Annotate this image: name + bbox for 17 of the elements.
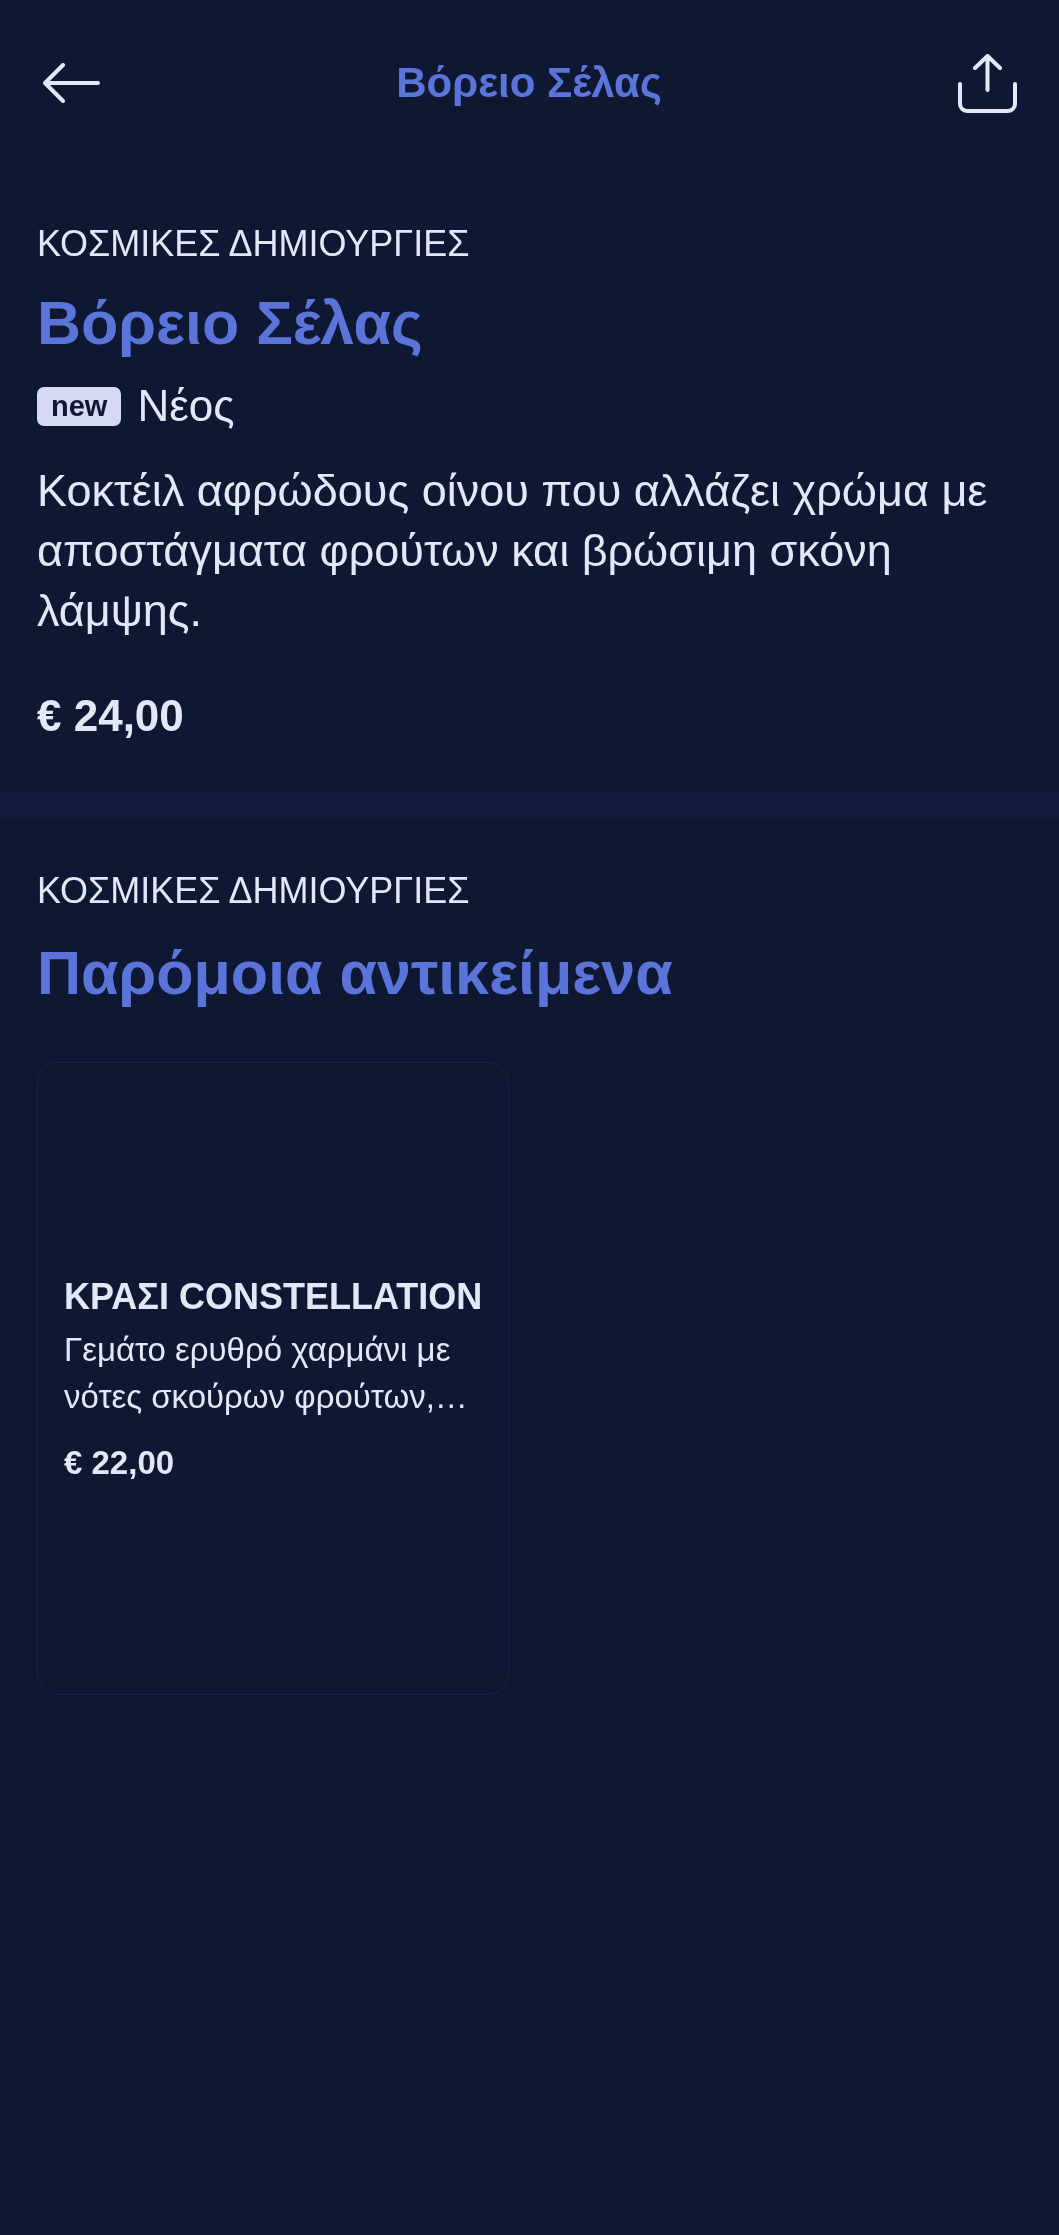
status-label: Νέος bbox=[137, 381, 235, 431]
arrow-left-icon bbox=[43, 63, 100, 103]
product-price: € 24,00 bbox=[37, 691, 185, 741]
product-card[interactable]: ΚΡΑΣΙ CONSTELLATION Γεμάτο ερυθρό χαρμάνι με νότες σκούρων φρούτων,… € 22,00 bbox=[37, 1062, 509, 1695]
card-title: ΚΡΑΣΙ CONSTELLATION bbox=[64, 1275, 484, 1318]
category-label: ΚΟΣΜΙΚΕΣ ΔΗΜΙΟΥΡΓΙΕΣ bbox=[37, 223, 471, 265]
share-button[interactable] bbox=[958, 53, 1017, 113]
back-button[interactable] bbox=[43, 63, 100, 103]
new-badge: new bbox=[37, 386, 122, 426]
card-price: € 22,00 bbox=[64, 1443, 176, 1482]
card-description: Γεμάτο ερυθρό χαρμάνι με νότες σκούρων φρούτων,… bbox=[64, 1329, 469, 1417]
category-label: ΚΟΣΜΙΚΕΣ ΔΗΜΙΟΥΡΓΙΕΣ bbox=[37, 870, 471, 912]
product-title: Βόρειο Σέλας bbox=[37, 288, 424, 359]
page-title: Βόρειο Σέλας bbox=[396, 59, 662, 107]
section-heading: Παρόμοια αντικείμενα bbox=[37, 938, 674, 1009]
share-icon bbox=[958, 53, 1017, 113]
product-description: Κοκτέιλ αφρώδους οίνου που αλλάζει χρώμα με αποστάγματα φρούτων και βρώσιμη σκόνη λάμψης. bbox=[37, 464, 989, 638]
